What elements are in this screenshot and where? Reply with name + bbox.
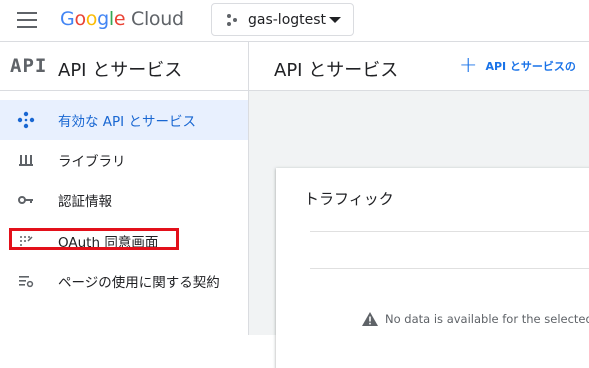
plus-icon: + [459, 53, 478, 78]
sidebar: API API とサービス 有効な API とサービス ライブラリ 認証情報 O… [0, 42, 249, 335]
highlight-annotation [9, 228, 179, 250]
diamond-dots-icon [17, 111, 35, 129]
sidebar-item-label: ページの使用に関する契約 [58, 275, 220, 291]
no-data-message: No data is available for the selected [362, 312, 589, 326]
api-icon: API [10, 55, 48, 77]
sidebar-item-credentials[interactable]: 認証情報 [0, 180, 248, 220]
key-icon [18, 196, 33, 204]
no-data-text: No data is available for the selected [385, 312, 589, 326]
sidebar-item-page-usage-agreements[interactable]: ページの使用に関する契約 [0, 261, 248, 301]
sidebar-item-label: ライブラリ [58, 154, 126, 170]
enable-apis-label: API とサービスの [485, 60, 576, 73]
main-content: トラフィック No data is available for the sele… [249, 91, 589, 368]
sidebar-item-enabled-apis[interactable]: 有効な API とサービス [0, 100, 248, 140]
project-name: gas-logtest [248, 11, 327, 28]
logo-google: Google [60, 8, 126, 30]
google-cloud-logo[interactable]: Google Cloud [60, 8, 184, 30]
sidebar-title: API とサービス [58, 60, 183, 81]
sidebar-item-label: 有効な API とサービス [58, 114, 196, 130]
warning-icon [362, 312, 378, 326]
library-icon [19, 155, 33, 166]
sidebar-item-label: 認証情報 [58, 194, 112, 210]
project-icon [227, 13, 237, 26]
chart-gridline [310, 231, 589, 232]
main-header: API とサービス + API とサービスの [249, 42, 589, 91]
sidebar-header: API API とサービス [0, 42, 248, 91]
enable-apis-button[interactable]: + API とサービスの [459, 53, 576, 78]
logo-cloud: Cloud [130, 8, 184, 30]
chevron-down-icon [329, 17, 341, 23]
sidebar-item-library[interactable]: ライブラリ [0, 140, 248, 180]
menu-icon[interactable] [17, 12, 37, 28]
top-bar: Google Cloud gas-logtest [0, 0, 589, 42]
traffic-card: トラフィック No data is available for the sele… [276, 168, 589, 368]
card-title: トラフィック [304, 190, 394, 208]
project-selector[interactable]: gas-logtest [211, 3, 354, 36]
settings-list-icon [19, 276, 34, 288]
chart-gridline [310, 268, 589, 269]
page-title: API とサービス [274, 60, 399, 81]
